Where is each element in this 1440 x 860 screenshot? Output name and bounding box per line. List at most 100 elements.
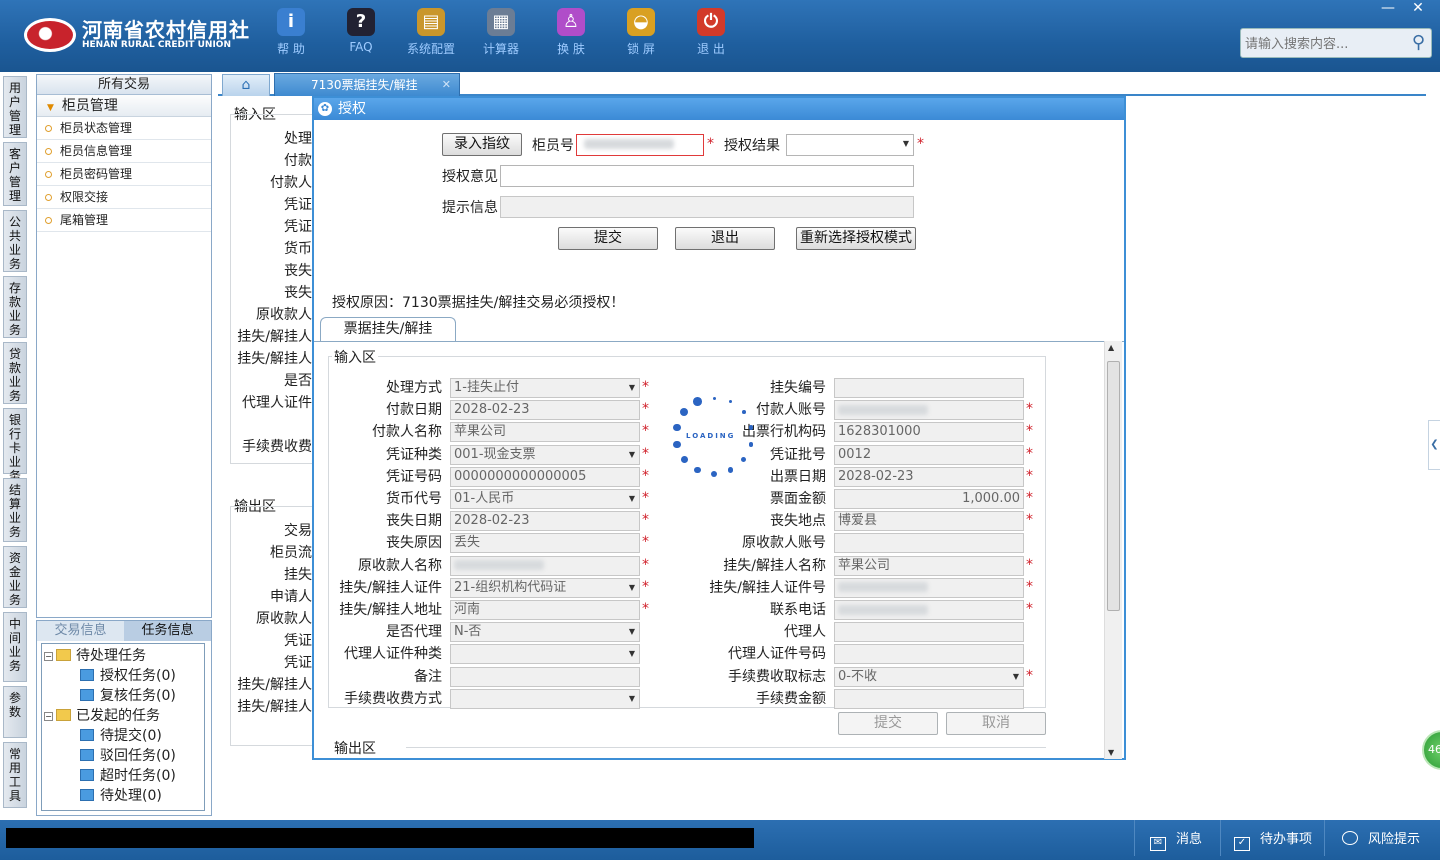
inner-submit-button[interactable]: 提交 <box>838 712 938 735</box>
text-field[interactable] <box>834 600 1024 620</box>
select-field[interactable]: ▼ <box>450 688 640 709</box>
submit-button[interactable]: 提交 <box>558 227 658 250</box>
collapse-icon[interactable]: − <box>44 712 53 721</box>
scroll-down-icon[interactable]: ▼ <box>1108 748 1114 757</box>
select-field[interactable]: N-否 ▼ <box>450 622 640 643</box>
tab-transaction-info[interactable]: 交易信息 <box>37 621 124 641</box>
tree-leaf[interactable]: 待提交(0) <box>80 726 162 746</box>
required-mark: * <box>1026 445 1033 462</box>
toolbar-calculator-button[interactable]: ▦ 计算器 <box>466 8 536 62</box>
vnav-item-9[interactable]: 参数 <box>3 686 27 738</box>
text-field[interactable]: 2028-02-23 <box>450 511 640 532</box>
result-select[interactable]: ▼ <box>786 134 914 156</box>
menu-group-teller[interactable]: ▼ 柜员管理 <box>37 95 211 117</box>
field-label: 出票日期 <box>770 468 826 485</box>
toolbar-shirt-button[interactable]: ♙ 换 肤 <box>536 8 606 62</box>
tree-leaf[interactable]: 复核任务(0) <box>80 686 176 706</box>
text-field[interactable]: 苹果公司 <box>450 422 640 443</box>
dialog-scrollbar[interactable]: ▲ ▼ <box>1104 341 1122 759</box>
text-field[interactable] <box>834 577 1024 598</box>
vnav-item-5[interactable]: 银行卡业务 <box>3 408 27 483</box>
toolbar-info-button[interactable]: i 帮 助 <box>256 8 326 62</box>
select-field[interactable]: 21-组织机构代码证 ▼ <box>450 577 640 598</box>
text-field[interactable] <box>834 533 1024 554</box>
teller-input[interactable] <box>576 134 704 156</box>
text-field[interactable] <box>834 644 1024 665</box>
chevron-down-icon: ▼ <box>628 582 635 592</box>
text-field[interactable]: 2028-02-23 <box>834 466 1024 487</box>
field-value: 1-挂失止付 <box>454 380 519 395</box>
scroll-up-icon[interactable]: ▲ <box>1108 343 1114 352</box>
opinion-input[interactable] <box>500 165 914 187</box>
text-field[interactable] <box>834 622 1024 643</box>
text-field[interactable] <box>834 400 1024 421</box>
fingerprint-button[interactable]: 录入指纹 <box>442 133 522 156</box>
menu-item[interactable]: 柜员信息管理 <box>37 140 211 163</box>
tree-leaf[interactable]: 超时任务(0) <box>80 766 176 786</box>
vnav-item-0[interactable]: 用户管理 <box>3 76 27 138</box>
vnav-item-1[interactable]: 客户管理 <box>3 142 27 206</box>
vnav-item-6[interactable]: 结算业务 <box>3 478 27 542</box>
reselect-mode-button[interactable]: 重新选择授权模式 <box>796 227 916 250</box>
tree-folder[interactable]: − 待处理任务 <box>44 646 146 666</box>
menu-item[interactable]: 柜员状态管理 <box>37 117 211 140</box>
toolbox-icon: ▤ <box>417 8 445 36</box>
tree-folder[interactable]: − 已发起的任务 <box>44 706 160 726</box>
text-field[interactable] <box>450 666 640 687</box>
menu-item[interactable]: 柜员密码管理 <box>37 163 211 186</box>
menu-item[interactable]: 权限交接 <box>37 186 211 209</box>
tree-leaf[interactable]: 驳回任务(0) <box>80 746 176 766</box>
vnav-item-7[interactable]: 资金业务 <box>3 546 27 608</box>
status-divider <box>1134 820 1135 856</box>
text-field[interactable] <box>450 555 640 576</box>
toolbar-lock-button[interactable]: ◒ 锁 屏 <box>606 8 676 62</box>
messages-button[interactable]: ✉ 消息 <box>1150 828 1202 851</box>
toolbar-toolbox-button[interactable]: ▤ 系统配置 <box>396 8 466 62</box>
tree-leaf[interactable]: 授权任务(0) <box>80 666 176 686</box>
required-mark: * <box>1026 667 1033 684</box>
text-field[interactable]: 博爱县 <box>834 511 1024 532</box>
vnav-item-8[interactable]: 中间业务 <box>3 612 27 682</box>
risk-button[interactable]: 风险提示 <box>1342 828 1420 847</box>
todo-button[interactable]: ✓ 待办事项 <box>1234 828 1312 851</box>
vnav-item-10[interactable]: 常用工具 <box>3 742 27 808</box>
text-field[interactable] <box>834 378 1024 398</box>
field-label: 原收款人账号 <box>742 535 826 552</box>
select-field[interactable]: 1-挂失止付 ▼ <box>450 378 640 398</box>
menu-header[interactable]: 所有交易 <box>37 75 211 95</box>
subtab-bill-loss[interactable]: 票据挂失/解挂 <box>320 317 456 341</box>
exit-button[interactable]: 退出 <box>675 227 775 250</box>
collapse-arrow-icon[interactable]: ❮ <box>1428 420 1440 470</box>
toolbar-power-button[interactable]: ⏻ 退 出 <box>676 8 746 62</box>
toolbar-question-button[interactable]: ? FAQ <box>326 8 396 62</box>
text-field[interactable]: 丢失 <box>450 533 640 554</box>
tab-task-info[interactable]: 任务信息 <box>124 621 211 641</box>
collapse-icon[interactable]: − <box>44 652 53 661</box>
select-field[interactable]: 01-人民币 ▼ <box>450 489 640 509</box>
vnav-item-2[interactable]: 公共业务 <box>3 210 27 272</box>
search-input[interactable] <box>1245 34 1405 54</box>
tab-7130[interactable]: 7130票据挂失/解挂 ✕ <box>274 73 460 96</box>
vnav-item-4[interactable]: 贷款业务 <box>3 342 27 404</box>
text-field[interactable]: 0000000000000005 <box>450 466 640 487</box>
text-field[interactable]: 1628301000 <box>834 422 1024 443</box>
minimize-button[interactable]: — <box>1374 0 1402 18</box>
tree-leaf[interactable]: 待处理(0) <box>80 786 162 806</box>
select-field[interactable]: 0-不收 ▼ <box>834 666 1024 687</box>
text-field[interactable] <box>834 688 1024 709</box>
text-field[interactable]: 0012 <box>834 444 1024 465</box>
vnav-item-3[interactable]: 存款业务 <box>3 276 27 338</box>
select-field[interactable]: ▼ <box>450 644 640 665</box>
inner-cancel-button[interactable]: 取消 <box>946 712 1046 735</box>
close-tab-icon[interactable]: ✕ <box>442 74 451 96</box>
menu-item[interactable]: 尾箱管理 <box>37 209 211 232</box>
text-field[interactable]: 2028-02-23 <box>450 400 640 421</box>
text-field[interactable]: 苹果公司 <box>834 555 1024 576</box>
scroll-thumb[interactable] <box>1107 361 1120 611</box>
text-field[interactable]: 河南 <box>450 600 640 620</box>
select-field[interactable]: 001-现金支票 ▼ <box>450 444 640 465</box>
text-field[interactable]: 1,000.00 <box>834 489 1024 509</box>
search-icon[interactable]: ⚲ <box>1412 32 1425 53</box>
tab-home[interactable]: ⌂ <box>222 74 270 96</box>
close-window-button[interactable]: ✕ <box>1404 0 1432 18</box>
